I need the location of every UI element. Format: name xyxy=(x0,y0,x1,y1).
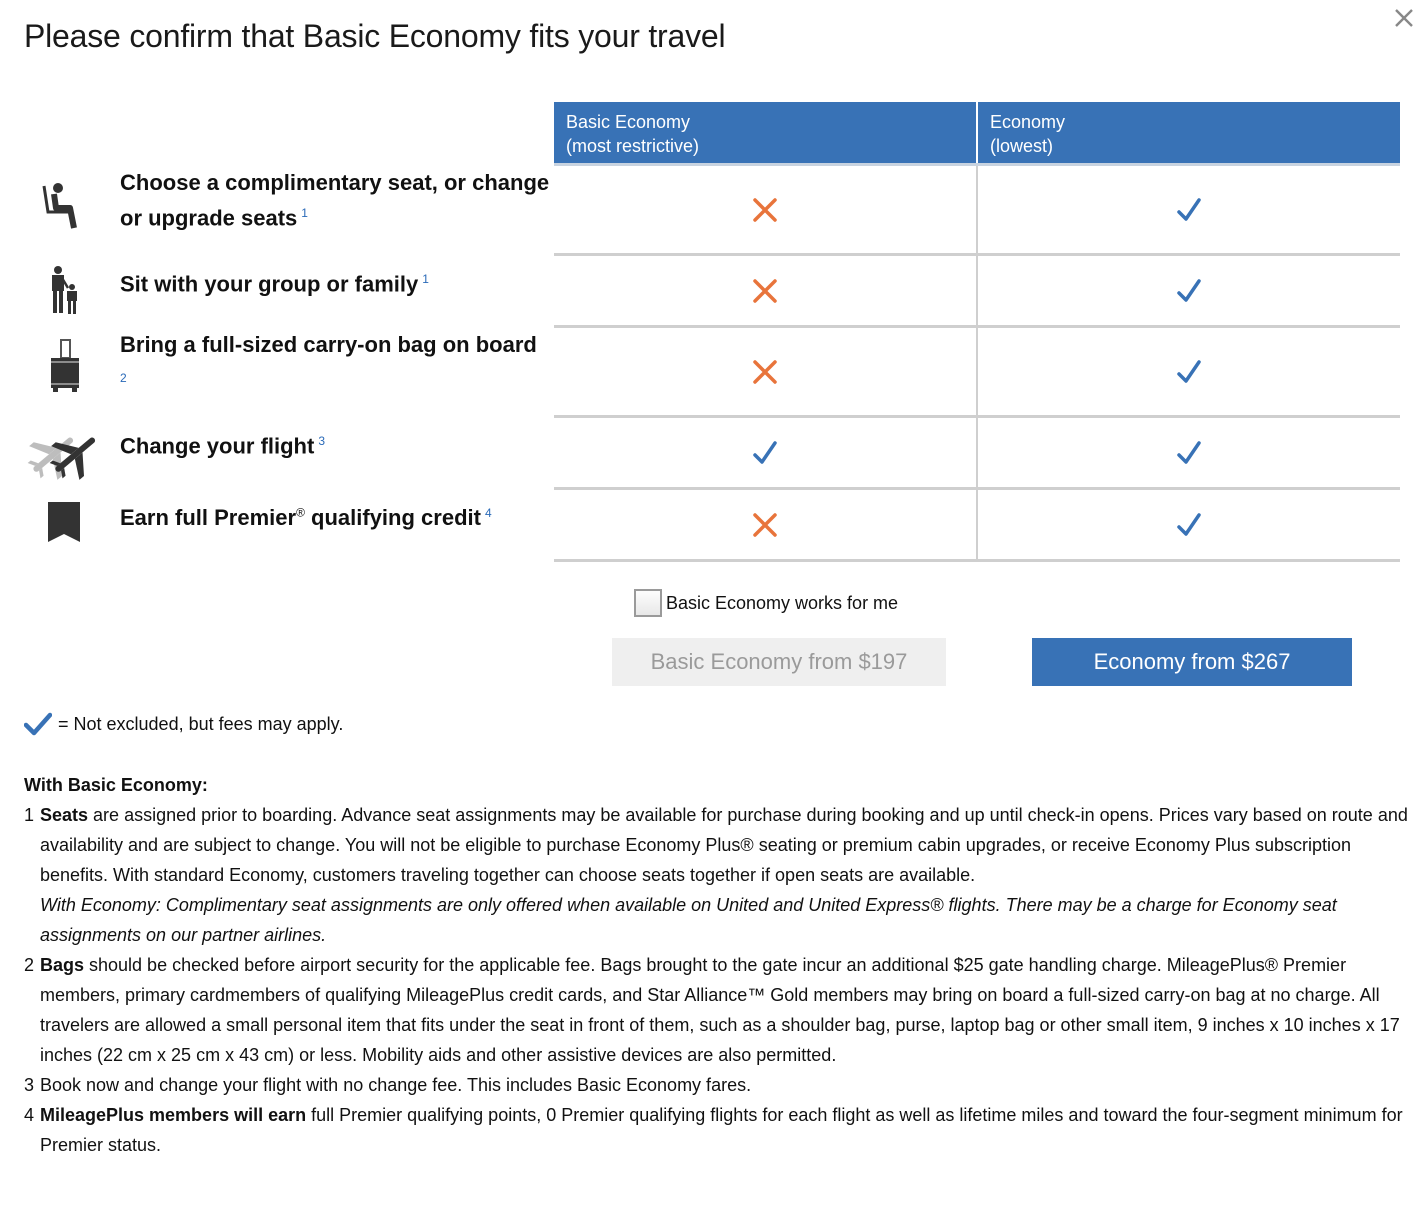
feature-label: Sit with your group or family xyxy=(120,271,419,297)
checkmark-icon xyxy=(1176,197,1202,223)
checkbox-label[interactable]: Basic Economy works for me xyxy=(666,593,898,614)
cell-basic xyxy=(554,490,976,559)
table-body xyxy=(554,166,1400,562)
cell-economy xyxy=(976,166,1400,253)
cell-basic xyxy=(554,166,976,253)
table-row xyxy=(554,418,1400,490)
basic-economy-button[interactable]: Basic Economy from $197 xyxy=(612,638,946,686)
footnote-ref[interactable]: 4 xyxy=(485,506,492,520)
table-row xyxy=(554,328,1400,418)
cell-economy xyxy=(976,256,1400,325)
footnote-ref[interactable]: 1 xyxy=(422,272,429,286)
footnote-number: 2 xyxy=(24,955,35,975)
table-header: Basic Economy (most restrictive) Economy… xyxy=(554,102,1400,166)
family-icon xyxy=(24,264,104,334)
seat-icon xyxy=(24,176,104,246)
checkmark-icon xyxy=(752,440,778,466)
feature-label: Change your flight xyxy=(120,433,315,459)
footnote-item: 3 Book now and change your flight with no… xyxy=(24,1070,1414,1100)
feature-label: Choose a complimentary seat, or change o… xyxy=(120,170,550,231)
basic-economy-checkbox[interactable] xyxy=(634,589,662,617)
economy-button[interactable]: Economy from $267 xyxy=(1032,638,1352,686)
cell-economy xyxy=(976,418,1400,487)
feature-label: Earn full Premier® qualifying credit xyxy=(120,505,481,531)
checkmark-icon xyxy=(1176,359,1202,385)
footnote-text: Bags should be checked before airport se… xyxy=(40,955,1400,1065)
dialog-title: Please confirm that Basic Economy fits y… xyxy=(24,18,726,54)
cell-basic xyxy=(554,256,976,325)
footnote-ref[interactable]: 2 xyxy=(120,371,127,385)
checkmark-icon xyxy=(1176,278,1202,304)
cross-icon xyxy=(752,512,778,538)
legend: = Not excluded, but fees may apply. xyxy=(24,712,343,736)
cell-economy xyxy=(976,490,1400,559)
close-icon xyxy=(1395,9,1413,27)
legend-text: = Not excluded, but fees may apply. xyxy=(58,713,344,734)
footnote-item: 2 Bags should be checked before airport s… xyxy=(24,950,1414,1070)
change-flight-icon xyxy=(24,426,104,496)
cell-basic xyxy=(554,328,976,415)
footnote-item: 1 Seats are assigned prior to boarding. A… xyxy=(24,800,1414,950)
footnote-number: 1 xyxy=(24,805,35,825)
footnotes: With Basic Economy: 1 Seats are assigned … xyxy=(24,770,1414,1160)
footnote-text: Seats are assigned prior to boarding. Ad… xyxy=(40,805,1408,945)
cross-icon xyxy=(752,359,778,385)
footnote-ref[interactable]: 1 xyxy=(301,206,308,220)
column-header-basic-economy: Basic Economy (most restrictive) xyxy=(566,112,700,156)
premier-credit-icon xyxy=(24,502,104,572)
footnote-number: 4 xyxy=(24,1105,35,1125)
cell-economy xyxy=(976,328,1400,415)
table-row xyxy=(554,490,1400,562)
column-header-economy: Economy (lowest) xyxy=(976,102,1400,163)
checkmark-icon xyxy=(1176,440,1202,466)
footnote-number: 3 xyxy=(24,1075,35,1095)
cross-icon xyxy=(752,278,778,304)
table-row xyxy=(554,256,1400,328)
cross-icon xyxy=(752,197,778,223)
carry-on-bag-icon xyxy=(24,338,104,408)
footnote-text: MileagePlus members will earn full Premi… xyxy=(40,1105,1403,1155)
table-row xyxy=(554,166,1400,256)
checkmark-icon xyxy=(1176,512,1202,538)
footnote-item: 4 MileagePlus members will earn full Prem… xyxy=(24,1100,1414,1160)
close-button[interactable] xyxy=(1392,6,1416,30)
basic-economy-confirm[interactable]: Basic Economy works for me xyxy=(634,589,898,617)
comparison-table: Basic Economy (most restrictive) Economy… xyxy=(554,102,1400,562)
footnote-text: Book now and change your flight with no … xyxy=(40,1075,752,1095)
cell-basic xyxy=(554,418,976,487)
footnote-ref[interactable]: 3 xyxy=(318,434,325,448)
footnotes-heading: With Basic Economy: xyxy=(24,775,208,795)
footnotes-list: 1 Seats are assigned prior to boarding. A… xyxy=(24,800,1414,1160)
checkmark-icon xyxy=(24,712,52,736)
feature-label: Bring a full-sized carry-on bag on board xyxy=(120,332,537,357)
